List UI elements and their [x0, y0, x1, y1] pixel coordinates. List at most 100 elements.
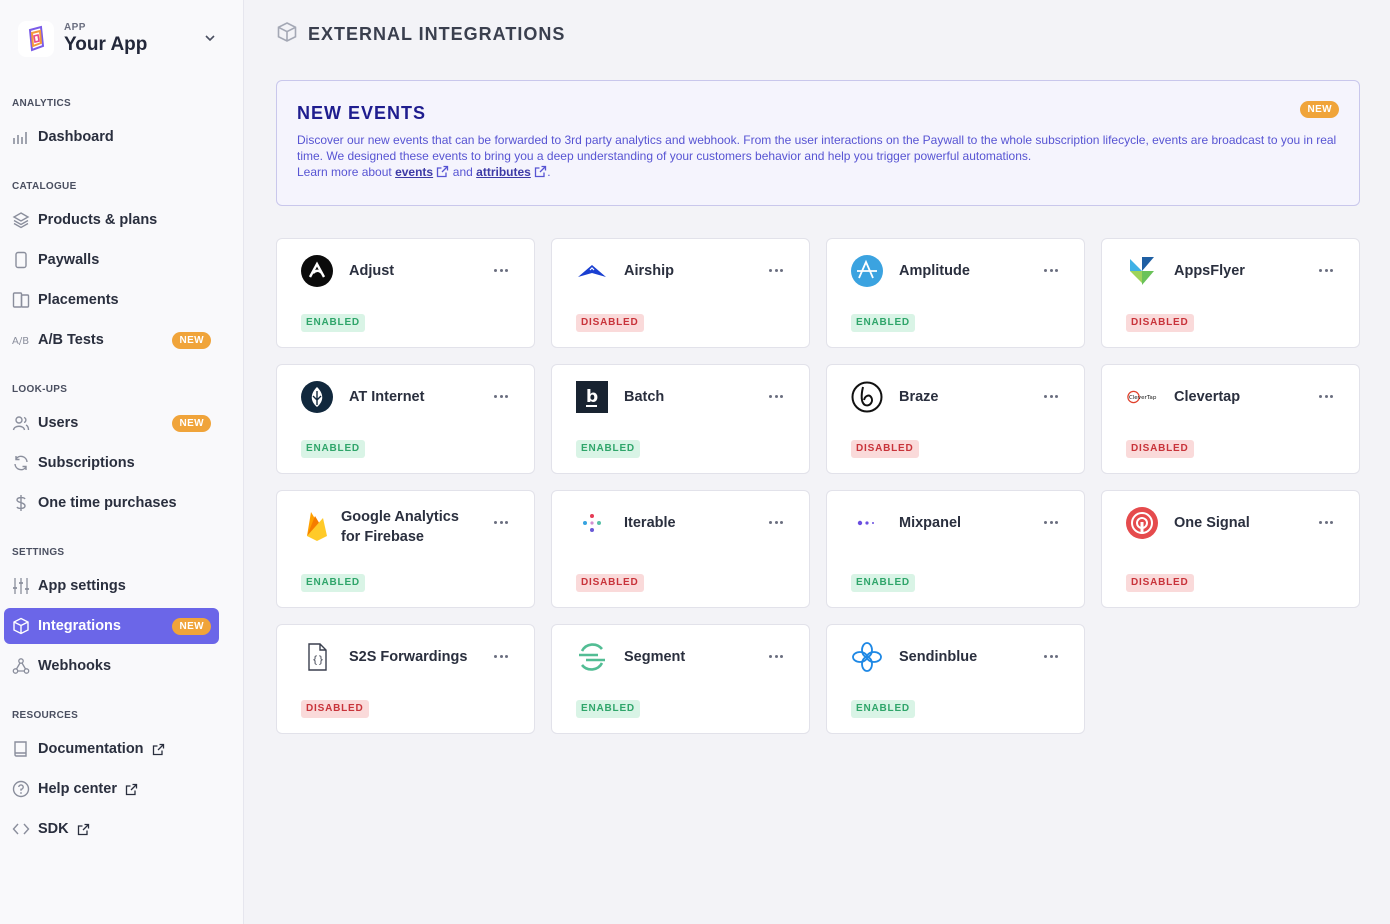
more-menu-icon[interactable]	[1319, 262, 1333, 278]
more-menu-icon[interactable]	[769, 648, 783, 664]
sliders-icon	[12, 577, 30, 595]
sidebar-item-subscriptions[interactable]: Subscriptions	[4, 445, 219, 481]
firebase-logo-icon	[301, 509, 333, 541]
more-menu-icon[interactable]	[1044, 262, 1058, 278]
status-badge: ENABLED	[301, 574, 365, 592]
iterable-logo-icon	[576, 507, 608, 539]
sidebar-item-ab-tests[interactable]: A/B A/B Tests NEW	[4, 322, 219, 358]
integration-name: Google Analytics for Firebase	[341, 509, 459, 545]
more-menu-icon[interactable]	[1044, 388, 1058, 404]
phone-icon	[12, 251, 30, 269]
app-kicker: APP	[64, 22, 86, 33]
sidebar-item-help-center[interactable]: Help center	[4, 771, 219, 807]
onesignal-logo-icon	[1126, 507, 1158, 539]
new-events-banner: NEW EVENTS NEW Discover our new events t…	[276, 80, 1360, 206]
events-link[interactable]: events	[395, 165, 433, 179]
external-link-icon	[152, 743, 165, 756]
sidebar-item-label: App settings	[38, 578, 126, 594]
integration-card-clevertap[interactable]: CleverTap Clevertap DISABLED	[1101, 364, 1360, 474]
integration-card-mixpanel[interactable]: Mixpanel ENABLED	[826, 490, 1085, 608]
more-menu-icon[interactable]	[1044, 648, 1058, 664]
braze-logo-icon	[851, 381, 883, 413]
more-menu-icon[interactable]	[769, 388, 783, 404]
cube-icon	[276, 21, 298, 48]
external-link-icon	[125, 783, 138, 796]
appsflyer-logo-icon	[1126, 255, 1158, 287]
status-badge: ENABLED	[301, 314, 365, 332]
status-badge: DISABLED	[576, 574, 644, 592]
layers-icon	[12, 211, 30, 229]
sidebar-item-sdk[interactable]: SDK	[4, 811, 219, 847]
cube-icon	[12, 617, 30, 635]
adjust-logo-icon	[301, 255, 333, 287]
more-menu-icon[interactable]	[494, 388, 508, 404]
sidebar-item-paywalls[interactable]: Paywalls	[4, 242, 219, 278]
more-menu-icon[interactable]	[494, 514, 508, 530]
sidebar-item-dashboard[interactable]: Dashboard	[4, 119, 219, 155]
integration-card-segment[interactable]: Segment ENABLED	[551, 624, 810, 734]
new-badge: NEW	[172, 332, 211, 349]
status-badge: DISABLED	[1126, 574, 1194, 592]
sidebar-item-label: Paywalls	[38, 252, 100, 268]
more-menu-icon[interactable]	[494, 262, 508, 278]
s2s-logo-text: {}	[312, 655, 324, 666]
more-menu-icon[interactable]	[494, 648, 508, 664]
integration-card-airship[interactable]: Airship DISABLED	[551, 238, 810, 348]
integration-name: Iterable	[624, 515, 676, 531]
status-badge: ENABLED	[851, 574, 915, 592]
sidebar-item-documentation[interactable]: Documentation	[4, 731, 219, 767]
page-header: EXTERNAL INTEGRATIONS	[276, 20, 565, 48]
sidebar-item-app-settings[interactable]: App settings	[4, 568, 219, 604]
sidebar-item-label: Dashboard	[38, 129, 114, 145]
sidebar-item-label: Users	[38, 415, 79, 431]
chevron-down-icon[interactable]	[203, 31, 217, 50]
section-lookups: LOOK-UPS	[12, 384, 68, 395]
sidebar-item-label: Documentation	[38, 741, 144, 757]
batch-logo-letter: b	[586, 387, 598, 407]
sidebar-item-integrations[interactable]: Integrations NEW	[4, 608, 219, 644]
integration-card-amplitude[interactable]: Amplitude ENABLED	[826, 238, 1085, 348]
sidebar-item-products[interactable]: Products & plans	[4, 202, 219, 238]
batch-logo-icon: b	[576, 381, 608, 413]
integration-card-batch[interactable]: b Batch ENABLED	[551, 364, 810, 474]
integration-name: Adjust	[349, 263, 395, 279]
sidebar-item-users[interactable]: Users NEW	[4, 405, 219, 441]
integration-card-one-signal[interactable]: One Signal DISABLED	[1101, 490, 1360, 608]
external-link-icon	[535, 165, 547, 178]
sidebar-item-placements[interactable]: Placements	[4, 282, 219, 318]
integration-card-google-analytics-firebase[interactable]: Google Analytics for Firebase ENABLED	[276, 490, 535, 608]
status-badge: ENABLED	[576, 700, 640, 718]
integration-card-adjust[interactable]: Adjust ENABLED	[276, 238, 535, 348]
more-menu-icon[interactable]	[1319, 514, 1333, 530]
more-menu-icon[interactable]	[769, 262, 783, 278]
integration-name: Amplitude	[899, 263, 970, 279]
integration-name: S2S Forwardings	[349, 649, 468, 665]
integration-card-at-internet[interactable]: AT Internet ENABLED	[276, 364, 535, 474]
section-analytics: ANALYTICS	[12, 98, 72, 109]
status-badge: DISABLED	[576, 314, 644, 332]
more-menu-icon[interactable]	[1319, 388, 1333, 404]
status-badge: DISABLED	[301, 700, 369, 718]
new-badge: NEW	[172, 415, 211, 432]
sidebar-item-webhooks[interactable]: Webhooks	[4, 648, 219, 684]
integration-card-appsflyer[interactable]: AppsFlyer DISABLED	[1101, 238, 1360, 348]
attributes-link[interactable]: attributes	[476, 165, 531, 179]
integration-card-iterable[interactable]: Iterable DISABLED	[551, 490, 810, 608]
more-menu-icon[interactable]	[1044, 514, 1058, 530]
integration-name: AT Internet	[349, 389, 425, 405]
section-settings: SETTINGS	[12, 547, 65, 558]
amplitude-logo-icon	[851, 255, 883, 287]
integration-card-s2s-forwardings[interactable]: {} S2S Forwardings DISABLED	[276, 624, 535, 734]
clevertap-logo-text: CleverTap	[1129, 395, 1157, 401]
app-switcher[interactable]: APP Your App	[18, 18, 223, 60]
sidebar-item-one-time-purchases[interactable]: One time purchases	[4, 485, 219, 521]
integration-name: Clevertap	[1174, 389, 1241, 405]
section-resources: RESOURCES	[12, 710, 79, 721]
integration-card-braze[interactable]: Braze DISABLED	[826, 364, 1085, 474]
code-icon	[12, 820, 30, 838]
more-menu-icon[interactable]	[769, 514, 783, 530]
integration-card-sendinblue[interactable]: Sendinblue ENABLED	[826, 624, 1085, 734]
status-badge: DISABLED	[851, 440, 919, 458]
integration-name: Batch	[624, 389, 665, 405]
learn-more-prefix: Learn more about	[297, 165, 392, 179]
